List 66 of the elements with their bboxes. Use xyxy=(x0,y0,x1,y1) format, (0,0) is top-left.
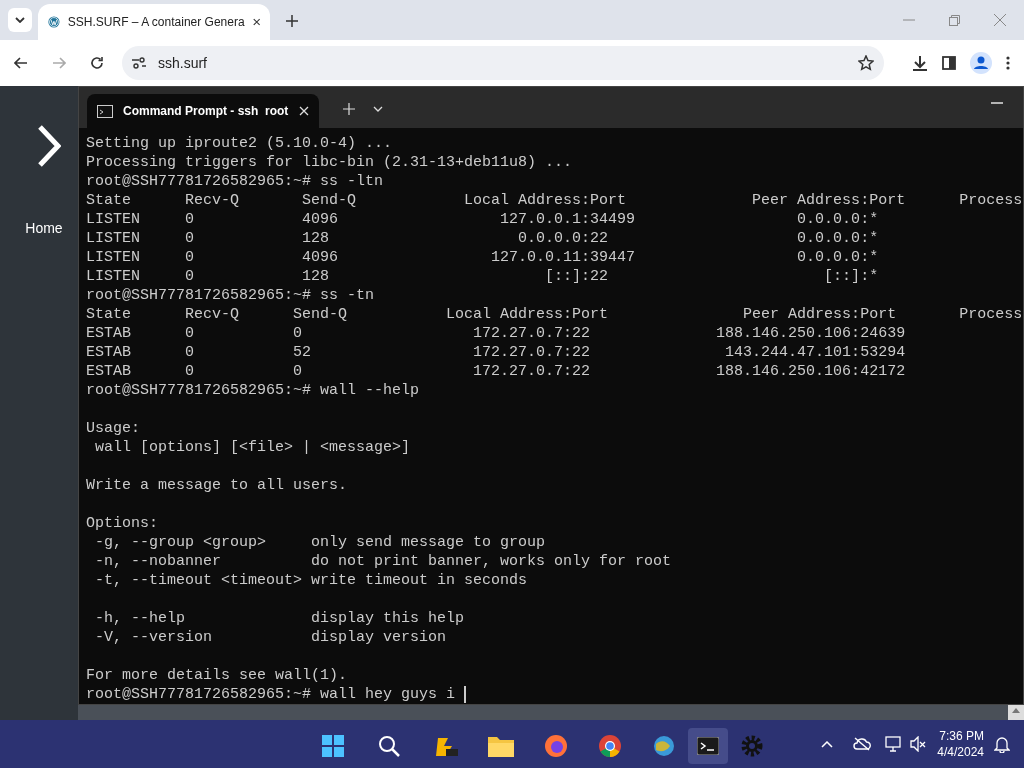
terminal-line: ESTAB 0 52 172.27.0.7:22 143.244.47.101:53294 xyxy=(86,343,906,362)
terminal-line: -n, --nobanner do not print banner, works only for root xyxy=(94,552,672,571)
cloud-off-icon[interactable] xyxy=(853,737,872,751)
terminal-line: Write a message to all users. xyxy=(86,476,348,495)
terminal-line: Usage: xyxy=(86,419,140,438)
download-icon[interactable] xyxy=(912,55,928,71)
tab-title: Command Prompt - ssh root xyxy=(123,103,289,120)
globe-app-icon[interactable] xyxy=(652,734,676,758)
star-icon[interactable] xyxy=(858,55,874,71)
terminal-line: root@SSH77781726582965:~# wall --help xyxy=(86,381,420,400)
terminal-line: Processing triggers for libc-bin (2.31-13+deb11u8) ... xyxy=(86,153,573,172)
terminal-line: For more details see wall(1). xyxy=(86,666,348,685)
reload-icon[interactable] xyxy=(90,56,104,70)
text-cursor xyxy=(464,686,467,703)
terminal-line: -g, --group <group> only send message to group xyxy=(94,533,546,552)
more-options-icon[interactable] xyxy=(1006,56,1010,70)
nav-link[interactable]: Home xyxy=(25,218,63,239)
bell-icon[interactable] xyxy=(994,735,1010,753)
firefox-icon[interactable] xyxy=(544,734,568,758)
terminal-line: -t, --timeout <timeout> write timeout in seconds xyxy=(94,571,528,590)
terminal-icon xyxy=(97,104,113,118)
terminal-line: State Recv-Q Send-Q Local Address:Port Peer Address:Port Process xyxy=(86,305,1023,324)
close-icon[interactable] xyxy=(252,17,260,27)
terminal-line: LISTEN 0 4096 127.0.0.11:39447 0.0.0.0:* xyxy=(86,248,879,267)
terminal-line: -V, --version display version xyxy=(94,628,447,647)
restore-icon[interactable] xyxy=(949,15,960,26)
terminal-line: root@SSH77781726582965:~# ss -tn xyxy=(86,286,375,305)
terminal-line: Options: xyxy=(86,514,158,533)
chevron-up-icon[interactable] xyxy=(821,740,834,748)
scroll-up-icon[interactable] xyxy=(1012,708,1020,713)
terminal-line: ESTAB 0 0 172.27.0.7:22 188.146.250.106:24639 xyxy=(86,324,906,343)
wordpress-icon xyxy=(48,14,60,30)
terminal-line: State Recv-Q Send-Q Local Address:Port Peer Address:Port Process xyxy=(86,191,1023,210)
terminal-line: wall [options] [<file> | <message>] xyxy=(94,438,411,457)
site-settings-icon[interactable] xyxy=(132,57,146,69)
terminal-line: ESTAB 0 0 172.27.0.7:22 188.146.250.106:42172 xyxy=(86,362,906,381)
chevron-down-icon xyxy=(15,17,25,23)
tab-title: SSH.SURF – A container Genera xyxy=(67,14,245,31)
browser-tab[interactable]: SSH.SURF – A container Genera xyxy=(38,4,270,40)
folder-icon[interactable] xyxy=(488,735,514,757)
search-icon[interactable] xyxy=(378,735,400,757)
tab-list-button[interactable] xyxy=(8,8,32,32)
back-arrow-icon[interactable] xyxy=(14,57,28,69)
address-bar[interactable]: ssh.surf xyxy=(122,46,884,80)
chrome-icon[interactable] xyxy=(598,734,622,758)
terminal-line: LISTEN 0 128 0.0.0.0:22 0.0.0.0:* xyxy=(86,229,879,248)
side-panel-icon[interactable] xyxy=(942,56,956,70)
terminal-line: root@SSH77781726582965:~# wall hey guys i xyxy=(86,685,457,704)
chevron-right-icon[interactable] xyxy=(37,124,61,168)
new-tab-icon[interactable] xyxy=(286,15,298,27)
profile-icon[interactable] xyxy=(970,52,992,74)
network-icon[interactable] xyxy=(885,736,904,752)
terminal-tab[interactable]: Command Prompt - ssh root xyxy=(87,94,319,128)
terminal-line: root@SSH77781726582965:~# ss -ltn xyxy=(86,172,384,191)
terminal-line: LISTEN 0 4096 127.0.0.1:34499 0.0.0.0:* xyxy=(86,210,879,229)
url-text: ssh.surf xyxy=(158,53,208,73)
terminal-line: Setting up iproute2 (5.10.0-4) ... xyxy=(86,134,393,153)
windows-start-icon[interactable] xyxy=(322,735,344,757)
volume-muted-icon[interactable] xyxy=(909,736,928,752)
chevron-down-icon[interactable] xyxy=(373,106,383,112)
terminal-line: -h, --help display this help xyxy=(94,609,465,628)
terminal-line: LISTEN 0 128 [::]:22 [::]:* xyxy=(86,267,879,286)
taskbar-terminal-button[interactable] xyxy=(688,728,728,764)
terminal-icon xyxy=(697,737,719,755)
clock-time[interactable]: 7:36 PM xyxy=(939,728,984,744)
clock-date[interactable]: 4/4/2024 xyxy=(937,744,984,760)
